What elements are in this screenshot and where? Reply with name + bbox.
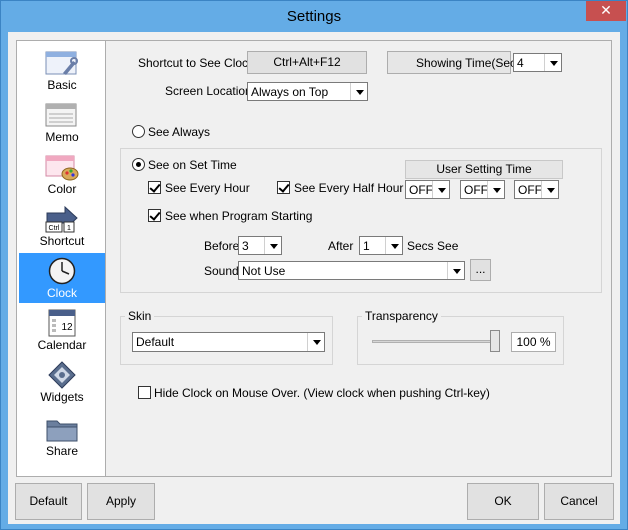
user-time-value: OFF xyxy=(409,183,433,197)
hide-clock-checkbox[interactable] xyxy=(138,386,151,399)
chevron-down-icon[interactable] xyxy=(541,181,558,198)
sidebar-item-label: Shortcut xyxy=(39,234,85,248)
sidebar-item-basic[interactable]: Basic xyxy=(19,45,105,95)
screen-location-select[interactable]: Always on Top xyxy=(247,82,368,101)
user-time-value: OFF xyxy=(464,183,488,197)
see-every-hour-label[interactable]: See Every Hour xyxy=(165,181,250,195)
chevron-down-icon[interactable] xyxy=(544,54,561,71)
sidebar-item-label: Share xyxy=(45,444,79,458)
share-icon xyxy=(46,420,78,442)
see-on-set-time-radio[interactable] xyxy=(132,158,145,171)
ctrl-key-text: Ctrl xyxy=(49,225,60,232)
after-select[interactable]: 1 xyxy=(359,236,403,255)
sidebar-item-label: Widgets xyxy=(40,390,84,404)
sidebar-item-label: Color xyxy=(47,182,77,196)
sidebar-item-calendar[interactable]: 12 Calendar xyxy=(19,305,105,355)
category-sidebar: Basic Memo Color Ctrl 1 Shortcut Clock 1… xyxy=(16,40,106,477)
user-time-select-3[interactable]: OFF xyxy=(514,180,559,199)
see-every-half-hour-label[interactable]: See Every Half Hour xyxy=(294,181,403,195)
title-bar[interactable]: Settings ✕ xyxy=(1,1,627,33)
secs-see-label: Secs See xyxy=(407,239,459,253)
sidebar-item-label: Calendar xyxy=(37,338,87,352)
basic-icon xyxy=(45,51,78,75)
window-title: Settings xyxy=(286,8,342,25)
sidebar-item-memo[interactable]: Memo xyxy=(19,97,105,147)
settings-window: Settings ✕ Basic Memo Color Ctrl 1 Short… xyxy=(0,0,628,530)
transparency-slider-track[interactable] xyxy=(372,340,500,343)
showing-time-label: Showing Time(Sec) xyxy=(416,56,521,70)
transparency-label: Transparency xyxy=(362,309,441,323)
screen-location-value: Always on Top xyxy=(251,85,329,99)
widgets-icon xyxy=(48,361,76,389)
see-always-radio[interactable] xyxy=(132,125,145,138)
showing-time-select[interactable]: 4 xyxy=(513,53,562,72)
chevron-down-icon[interactable] xyxy=(432,181,449,198)
transparency-value: 100 % xyxy=(511,332,556,352)
number-key-text: 1 xyxy=(67,225,71,232)
shortcut-icon: Ctrl 1 xyxy=(45,205,78,233)
chevron-down-icon[interactable] xyxy=(350,83,367,100)
user-time-value: OFF xyxy=(518,183,542,197)
transparency-slider-thumb[interactable] xyxy=(490,330,500,352)
sidebar-item-share[interactable]: Share xyxy=(19,411,105,461)
see-every-hour-checkbox[interactable] xyxy=(148,181,161,194)
user-setting-time-header: User Setting Time xyxy=(405,160,563,179)
chevron-down-icon[interactable] xyxy=(264,237,281,254)
skin-group: Skin Default xyxy=(120,309,333,365)
skin-select[interactable]: Default xyxy=(132,332,325,352)
ok-button[interactable]: OK xyxy=(467,483,539,520)
sound-browse-button[interactable]: ... xyxy=(470,259,491,281)
transparency-group: Transparency 100 % xyxy=(357,309,564,365)
chevron-down-icon[interactable] xyxy=(385,237,402,254)
sidebar-item-shortcut[interactable]: Ctrl 1 Shortcut xyxy=(19,201,105,251)
memo-icon xyxy=(45,103,77,127)
chevron-down-icon[interactable] xyxy=(487,181,504,198)
showing-time-box: Showing Time(Sec) xyxy=(387,51,520,74)
sound-value: Not Use xyxy=(242,264,286,278)
screen-location-label: Screen Location xyxy=(165,84,252,98)
cancel-button[interactable]: Cancel xyxy=(544,483,614,520)
clock-icon xyxy=(48,257,76,285)
close-button[interactable]: ✕ xyxy=(586,1,626,21)
sidebar-item-clock[interactable]: Clock xyxy=(19,253,105,303)
chevron-down-icon[interactable] xyxy=(447,262,464,279)
hide-clock-label[interactable]: Hide Clock on Mouse Over. (View clock wh… xyxy=(154,386,490,400)
close-icon: ✕ xyxy=(600,3,612,19)
shortcut-key-button[interactable]: Ctrl+Alt+F12 xyxy=(247,51,367,74)
sidebar-item-label: Memo xyxy=(45,130,79,144)
skin-label: Skin xyxy=(125,309,155,323)
sound-select[interactable]: Not Use xyxy=(238,261,465,280)
client-area: Basic Memo Color Ctrl 1 Shortcut Clock 1… xyxy=(8,32,620,524)
color-icon xyxy=(45,155,79,181)
see-every-half-hour-checkbox[interactable] xyxy=(277,181,290,194)
sound-label: Sound xyxy=(204,264,239,278)
shortcut-label: Shortcut to See Clock xyxy=(138,56,255,70)
calendar-icon: 12 xyxy=(48,309,76,337)
apply-button[interactable]: Apply xyxy=(87,483,155,520)
see-program-start-label[interactable]: See when Program Starting xyxy=(165,209,312,223)
chevron-down-icon[interactable] xyxy=(307,333,324,351)
after-value: 1 xyxy=(363,239,370,253)
before-select[interactable]: 3 xyxy=(238,236,282,255)
before-label: Before xyxy=(204,239,240,253)
see-program-start-checkbox[interactable] xyxy=(148,209,161,222)
sidebar-item-label: Basic xyxy=(47,78,77,92)
user-time-select-1[interactable]: OFF xyxy=(405,180,450,199)
see-always-label[interactable]: See Always xyxy=(148,125,210,139)
see-on-set-time-label[interactable]: See on Set Time xyxy=(148,158,237,172)
calendar-day-text: 12 xyxy=(61,322,73,333)
showing-time-value: 4 xyxy=(517,56,524,70)
after-label: After xyxy=(328,239,354,253)
user-time-select-2[interactable]: OFF xyxy=(460,180,505,199)
sidebar-item-widgets[interactable]: Widgets xyxy=(19,357,105,407)
before-value: 3 xyxy=(242,239,249,253)
skin-value: Default xyxy=(136,335,175,349)
clock-settings-panel: Shortcut to See Clock Ctrl+Alt+F12 Showi… xyxy=(105,40,612,477)
sidebar-item-label: Clock xyxy=(46,286,77,300)
sidebar-item-color[interactable]: Color xyxy=(19,149,105,199)
set-time-group: See on Set Time User Setting Time See Ev… xyxy=(120,148,602,293)
default-button[interactable]: Default xyxy=(15,483,82,520)
